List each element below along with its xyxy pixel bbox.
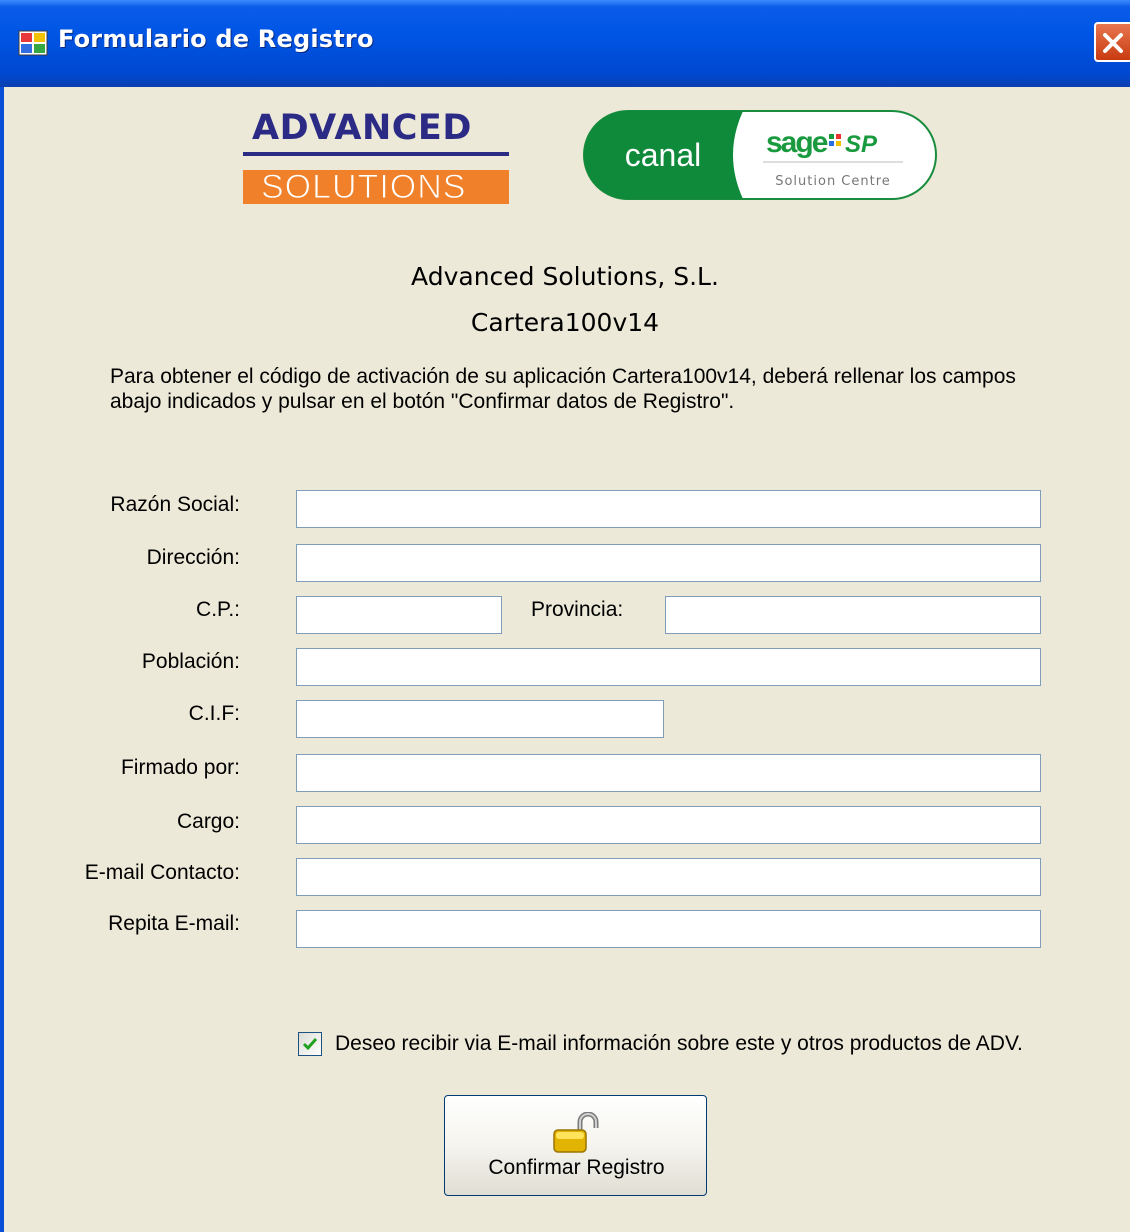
confirm-registro-label: Confirmar Registro: [488, 1156, 665, 1179]
email-input[interactable]: [296, 858, 1041, 896]
intro-line-2: abajo indicados y pulsar en el botón "Co…: [110, 390, 735, 413]
repita-email-label: Repita E-mail:: [108, 912, 240, 935]
logo-sp-text: SP: [845, 131, 878, 158]
provincia-input[interactable]: [665, 596, 1041, 634]
newsletter-checkbox[interactable]: [298, 1032, 322, 1056]
logo-divider: [243, 152, 509, 156]
logo-solutions-band: SOLUTIONS: [243, 168, 509, 207]
logo-sage-text: sage: [766, 126, 828, 159]
razon-social-label: Razón Social:: [110, 493, 240, 516]
app-window-icon: [18, 30, 48, 56]
cif-label: C.I.F:: [188, 702, 240, 725]
title-bar[interactable]: Formulario de Registro: [0, 0, 1130, 87]
cargo-label: Cargo:: [176, 810, 240, 833]
cp-input[interactable]: [296, 596, 502, 634]
unlocked-padlock-icon: [550, 1111, 600, 1159]
cif-input[interactable]: [296, 700, 664, 738]
poblacion-label: Población:: [141, 650, 240, 673]
advanced-solutions-logo: ADVANCED SOLUTIONS: [243, 108, 509, 207]
cp-label: C.P.:: [196, 598, 240, 621]
intro-line-1: Para obtener el código de activación de …: [110, 365, 1016, 388]
close-icon: [1103, 33, 1123, 53]
intro-text: Para obtener el código de activación de …: [110, 364, 1110, 414]
cargo-input[interactable]: [296, 806, 1041, 844]
firmado-por-label: Firmado por:: [120, 756, 240, 779]
window-title: Formulario de Registro: [58, 25, 374, 53]
checkmark-icon: [302, 1038, 318, 1051]
close-button[interactable]: [1094, 22, 1130, 62]
repita-email-input[interactable]: [296, 910, 1041, 948]
provincia-label: Provincia:: [531, 598, 624, 621]
firmado-por-input[interactable]: [296, 754, 1041, 792]
logo-solution-centre-text: Solution Centre: [775, 174, 891, 189]
newsletter-label[interactable]: Deseo recibir via E-mail información sob…: [335, 1032, 1023, 1056]
razon-social-input[interactable]: [296, 490, 1041, 528]
email-label: E-mail Contacto:: [84, 861, 240, 884]
confirm-registro-button[interactable]: Confirmar Registro: [444, 1095, 707, 1196]
poblacion-input[interactable]: [296, 648, 1041, 686]
logo-advanced-text: ADVANCED: [252, 108, 472, 148]
company-name: Advanced Solutions, S.L.: [411, 262, 719, 291]
direccion-label: Dirección:: [146, 546, 240, 569]
canal-sage-sp-logo: canal sage SP Solution Centre: [583, 110, 938, 200]
logo-solutions-text: SOLUTIONS: [260, 168, 467, 207]
logo-canal-text: canal: [625, 137, 702, 173]
product-name: Cartera100v14: [470, 308, 660, 337]
window-border: [0, 87, 4, 1232]
direccion-input[interactable]: [296, 544, 1041, 582]
